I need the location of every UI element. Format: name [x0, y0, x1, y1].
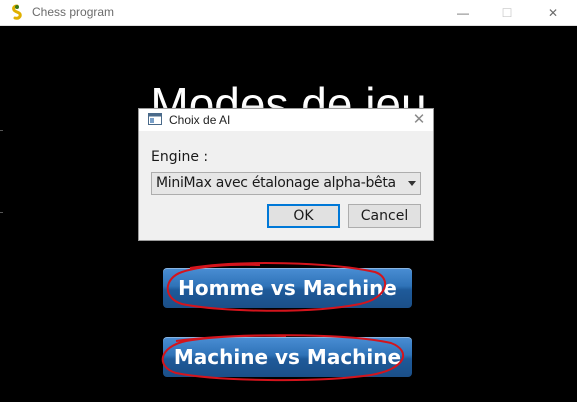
chevron-down-icon — [408, 181, 416, 186]
engine-label: Engine : — [151, 149, 209, 165]
homme-vs-machine-label: Homme vs Machine — [178, 276, 397, 300]
close-icon: ✕ — [547, 6, 559, 20]
ai-choice-dialog: Choix de AI ✕ Engine : MiniMax avec étal… — [138, 108, 434, 241]
window-icon — [148, 113, 162, 125]
window-title: Chess program — [32, 5, 115, 19]
minimize-button[interactable]: — — [440, 0, 486, 26]
dialog-title: Choix de AI — [169, 113, 231, 127]
dialog-titlebar: Choix de AI ✕ — [139, 109, 433, 131]
machine-vs-machine-label: Machine vs Machine — [173, 345, 402, 369]
window-titlebar: Chess program — ☐ ✕ — [0, 0, 577, 26]
edge-tick — [0, 212, 3, 213]
dialog-close-icon[interactable]: ✕ — [409, 110, 429, 130]
cancel-label: Cancel — [360, 208, 409, 224]
engine-selected-value: MiniMax avec étalonage alpha-bêta — [156, 175, 396, 191]
ok-button[interactable]: OK — [267, 204, 340, 228]
minimize-icon: — — [457, 6, 469, 20]
pygame-snake-icon — [12, 4, 22, 20]
ok-label: OK — [293, 208, 314, 224]
edge-tick — [0, 130, 3, 131]
machine-vs-machine-button[interactable]: Machine vs Machine — [163, 337, 412, 377]
close-button[interactable]: ✕ — [530, 0, 576, 26]
cancel-button[interactable]: Cancel — [348, 204, 421, 228]
engine-select[interactable]: MiniMax avec étalonage alpha-bêta — [151, 172, 421, 195]
maximize-button[interactable]: ☐ — [484, 0, 530, 26]
maximize-icon: ☐ — [501, 6, 513, 20]
homme-vs-machine-button[interactable]: Homme vs Machine — [163, 268, 412, 308]
